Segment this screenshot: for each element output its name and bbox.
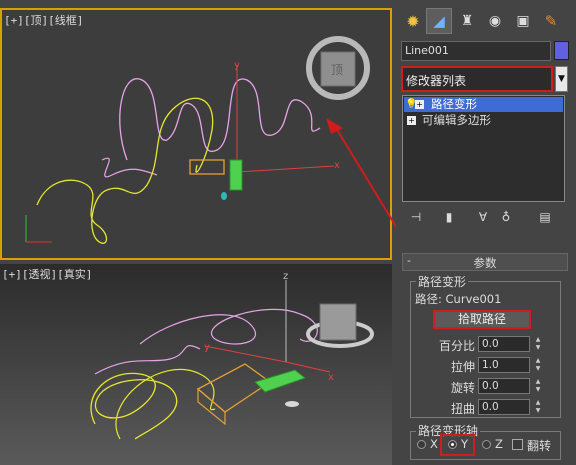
create-tab-icon[interactable]: ✹: [400, 8, 426, 34]
stack-item-path-deform[interactable]: 💡 + 路径变形: [404, 97, 563, 112]
display-tab-icon[interactable]: ▣: [510, 8, 536, 34]
remove-modifier-icon[interactable]: ♁: [496, 207, 516, 227]
y-axis-label: y: [234, 60, 240, 71]
top-viewport[interactable]: y x 顶 [+][顶][线框]: [0, 8, 392, 260]
expand-plus-icon[interactable]: +: [415, 100, 424, 109]
stack-item-editable-poly[interactable]: + 可编辑多边形: [404, 113, 563, 128]
percent-spinner[interactable]: ▲ ▼: [533, 336, 543, 352]
persp-deformed-object: [196, 363, 272, 413]
rotation-field[interactable]: 0.0: [478, 378, 530, 394]
axis-y-highlight: [440, 434, 475, 456]
pink-path-tail: [101, 157, 158, 178]
parameters-rollout-header[interactable]: - 参数: [402, 253, 568, 271]
path-deform-group-label: 路径变形: [416, 273, 469, 290]
top-viewport-scene: y x 顶: [25, 36, 370, 244]
axis-z-radio[interactable]: [482, 440, 491, 449]
modify-tab-icon[interactable]: ◢: [426, 8, 452, 34]
configure-sets-icon[interactable]: ▤: [535, 207, 555, 227]
modifier-list-dropdown[interactable]: 修改器列表: [401, 66, 553, 92]
stack-item-label: 路径变形: [431, 97, 477, 111]
expand-plus-icon[interactable]: +: [407, 116, 416, 125]
top-viewport-label[interactable]: [+][顶][线框]: [4, 12, 83, 28]
x-axis-line: [236, 165, 335, 173]
persp-y-axis: [204, 345, 287, 363]
rotation-label: 旋转: [450, 381, 475, 395]
modifier-stack[interactable]: 💡 + 路径变形 + 可编辑多边形: [402, 95, 565, 202]
twist-spinner[interactable]: ▲ ▼: [533, 399, 543, 415]
stack-item-label: 可编辑多边形: [422, 113, 491, 127]
axis-y-radio[interactable]: [448, 440, 457, 449]
perspective-viewport-label[interactable]: [+][透视][真实]: [2, 266, 92, 282]
selected-object: [229, 159, 243, 191]
rotation-spinner[interactable]: ▲ ▼: [533, 378, 543, 394]
flip-label: 翻转: [527, 439, 552, 453]
stretch-field[interactable]: 1.0: [478, 357, 530, 373]
pink-path-curve: [119, 78, 321, 161]
perspective-viewport[interactable]: z y x [+][透视][真实]: [0, 264, 392, 465]
axis-y-label: Y: [461, 437, 469, 451]
axis-z-label: Z: [495, 437, 503, 451]
make-unique-icon[interactable]: ∀: [473, 207, 493, 227]
persp-selected-object: [254, 369, 307, 393]
hierarchy-tab-icon[interactable]: ♜: [454, 8, 480, 34]
persp-x-label: x: [328, 372, 334, 383]
path-readout: 路径: Curve001: [415, 291, 501, 307]
persp-yellow-curve: [90, 372, 178, 440]
stretch-spinner[interactable]: ▲ ▼: [533, 357, 543, 373]
flip-checkbox[interactable]: [512, 439, 523, 450]
persp-pink-curve: [139, 308, 318, 345]
stack-toolbar: ⊣ ▮ ∀ ♁ ▤: [406, 207, 571, 227]
percent-label: 百分比: [438, 339, 475, 353]
object-color-swatch[interactable]: [554, 41, 569, 60]
show-end-result-icon[interactable]: ▮: [439, 207, 459, 227]
path-value: Curve001: [445, 292, 502, 306]
stretch-label: 拉伸: [450, 360, 475, 374]
percent-field[interactable]: 0.0: [478, 336, 530, 352]
x-axis-label: x: [334, 160, 340, 171]
viewcube-face-label: 顶: [331, 63, 343, 77]
twist-field[interactable]: 0.0: [478, 399, 530, 415]
axis-x-label: X: [430, 437, 438, 451]
object-name-field[interactable]: Line001: [401, 41, 551, 61]
perspective-viewport-scene: z y x: [90, 271, 374, 440]
chevron-down-icon[interactable]: ▼: [555, 66, 568, 92]
persp-viewcube[interactable]: [319, 303, 357, 341]
persp-deformed-object-side: [197, 387, 226, 426]
pin-stack-icon[interactable]: ⊣: [406, 207, 426, 227]
persp-y-label: y: [204, 342, 210, 353]
persp-pivot: [285, 401, 299, 407]
pivot-marker: [221, 192, 227, 200]
deformed-object: [189, 159, 225, 175]
twist-label: 扭曲: [450, 402, 475, 416]
motion-tab-icon[interactable]: ◉: [482, 8, 508, 34]
persp-z-label: z: [283, 271, 288, 282]
command-panel: ✹ ◢ ♜ ◉ ▣ ✎ Line001 修改器列表 ▼ 💡 + 路径变形 + 可…: [396, 0, 576, 465]
axis-x-radio[interactable]: [417, 440, 426, 449]
pick-path-button[interactable]: 拾取路径: [433, 310, 531, 329]
path-prefix: 路径:: [415, 292, 442, 306]
utilities-tab-icon[interactable]: ✎: [538, 8, 564, 34]
rollout-title: 参数: [473, 256, 497, 270]
